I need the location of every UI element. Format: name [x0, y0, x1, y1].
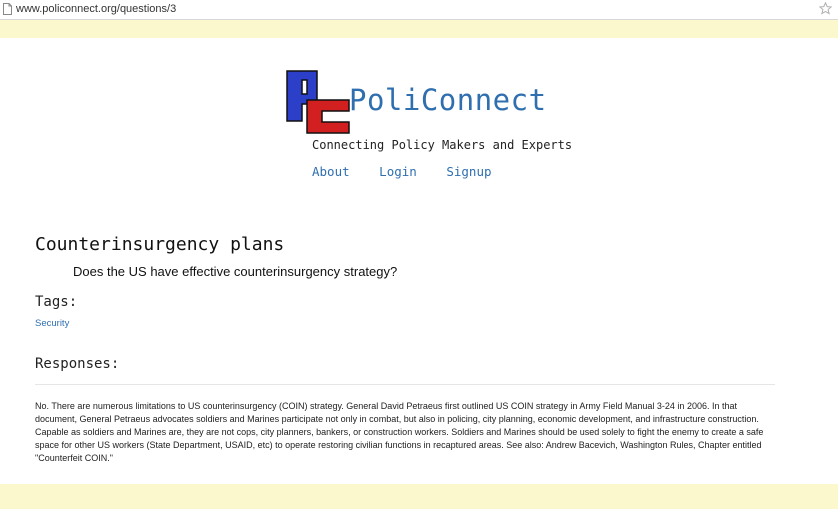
pc-logo-icon[interactable] [285, 70, 351, 136]
main-nav: About Login Signup [312, 164, 514, 179]
star-icon[interactable] [819, 2, 832, 15]
nav-signup-link[interactable]: Signup [446, 164, 491, 179]
nav-about-link[interactable]: About [312, 164, 350, 179]
response-item: No. There are numerous limitations to US… [35, 401, 764, 463]
bottom-banner [0, 484, 838, 509]
nav-login-link[interactable]: Login [379, 164, 417, 179]
top-banner [0, 20, 838, 38]
question-body: Does the US have effective counterinsurg… [73, 264, 398, 279]
document-icon [3, 3, 12, 15]
divider [35, 384, 775, 385]
tagline: Connecting Policy Makers and Experts [312, 138, 573, 152]
tags-heading: Tags: [35, 294, 78, 310]
tag-link-security[interactable]: Security [35, 318, 69, 329]
address-bar[interactable]: www.policonnect.org/questions/3 [0, 0, 838, 20]
responses-heading: Responses: [35, 356, 120, 372]
question-title: Counterinsurgency plans [35, 234, 285, 255]
site-name[interactable]: PoliConnect [349, 83, 547, 117]
url-text[interactable]: www.policonnect.org/questions/3 [16, 3, 176, 15]
